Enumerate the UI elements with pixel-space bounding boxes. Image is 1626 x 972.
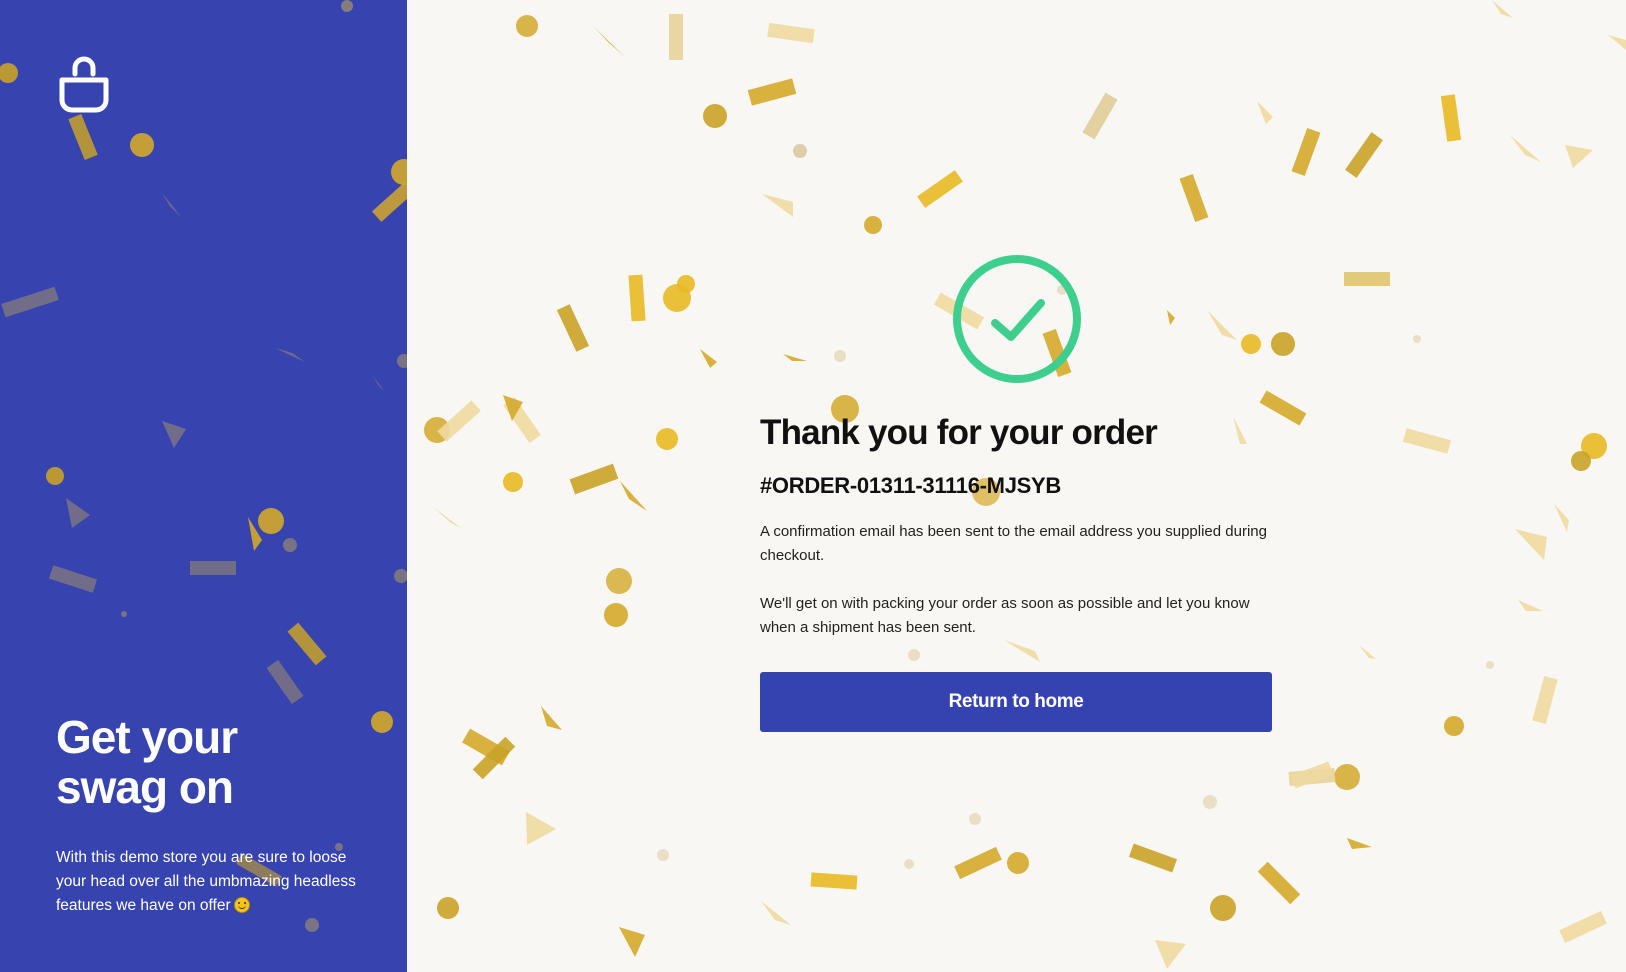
shopping-bag-icon[interactable] <box>58 56 110 114</box>
sidebar-confetti <box>0 0 407 932</box>
sidebar: Get your swag on With this demo store yo… <box>0 0 407 972</box>
smiley-icon <box>233 897 250 913</box>
sidebar-heading: Get your swag on <box>56 712 356 812</box>
email-confirmation-message: A confirmation email has been sent to th… <box>760 523 1267 564</box>
order-number: #ORDER-01311-31116-MJSYB <box>760 473 1061 498</box>
sidebar-description: With this demo store you are sure to loo… <box>56 846 366 918</box>
sidebar-heading-line1: Get your <box>56 711 238 763</box>
shipping-message: We'll get on with packing your order as … <box>760 595 1250 636</box>
order-confirmation-panel: Thank you for your order #ORDER-01311-31… <box>407 0 1626 972</box>
sidebar-heading-line2: swag on <box>56 761 234 813</box>
page-title: Thank you for your order <box>760 413 1158 452</box>
return-to-home-button[interactable]: Return to home <box>760 672 1272 732</box>
sidebar-description-text: With this demo store you are sure to loo… <box>56 849 356 914</box>
check-circle-icon <box>951 253 1083 385</box>
